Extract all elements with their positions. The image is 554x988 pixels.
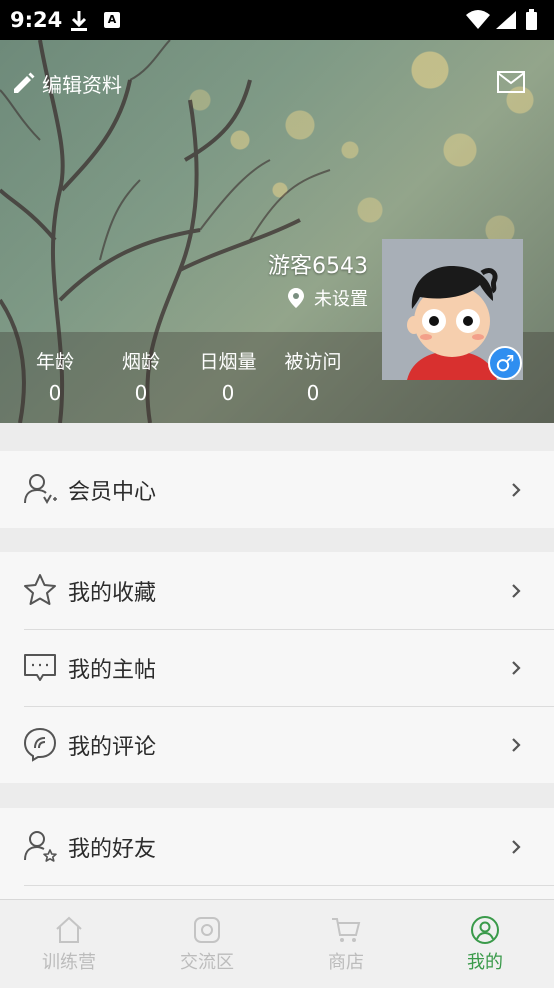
location-pin-icon — [288, 288, 304, 308]
tab-label: 商店 — [328, 952, 364, 973]
male-gender-icon: ♂ — [488, 346, 522, 380]
tab-label: 我的 — [467, 952, 503, 973]
member-icon — [24, 474, 57, 504]
home-icon — [56, 916, 82, 943]
stat-label: 年龄 — [35, 351, 74, 373]
mail-icon[interactable] — [496, 70, 526, 94]
profile-header: 编辑资料 游客6543 未设置 ♂ 年龄 0 烟龄 0 日烟量 0 被访问 0 — [0, 40, 554, 423]
member-center-label: 会员中心 — [68, 479, 157, 505]
download-icon — [71, 11, 87, 31]
stat-age: 年龄 0 — [10, 347, 100, 405]
stat-label: 日烟量 — [199, 351, 257, 373]
chevron-right-icon — [512, 483, 521, 497]
stat-smoking-years: 烟龄 0 — [96, 347, 186, 405]
username: 游客6543 — [268, 254, 368, 279]
stat-value: 0 — [306, 381, 320, 405]
menu-group-content: 我的收藏 我的主帖 我的评论 — [0, 552, 554, 783]
stat-value: 0 — [134, 381, 148, 405]
edit-profile-button[interactable]: 编辑资料 — [10, 68, 122, 98]
cart-icon — [332, 918, 361, 942]
member-center-item[interactable]: 会员中心 — [0, 451, 554, 528]
tab-training-camp[interactable]: 训练营 — [0, 914, 138, 974]
chevron-right-icon — [512, 584, 521, 598]
my-friends-item[interactable]: 我的好友 — [0, 808, 554, 885]
system-status-icons — [466, 9, 537, 30]
status-bar: 9:24 A — [0, 0, 554, 40]
tab-label: 交流区 — [180, 952, 234, 973]
notification-a-icon: A — [104, 12, 120, 28]
profile-icon — [471, 916, 499, 944]
menu-group-social: 我的好友 — [0, 808, 554, 899]
camera-icon — [194, 917, 220, 943]
pencil-icon — [14, 72, 35, 93]
favorites-item[interactable]: 我的收藏 — [0, 552, 554, 629]
edit-profile-label: 编辑资料 — [42, 72, 122, 97]
my-friends-label: 我的好友 — [68, 836, 157, 862]
my-comments-item[interactable]: 我的评论 — [0, 706, 554, 783]
stat-daily-amount: 日烟量 0 — [183, 347, 273, 405]
bottom-tab-bar: 训练营 交流区 商店 我的 — [0, 899, 554, 988]
stat-value: 0 — [48, 381, 62, 405]
chevron-right-icon — [512, 840, 521, 854]
friends-icon — [24, 831, 57, 862]
status-time: 9:24 — [10, 8, 63, 32]
tab-store[interactable]: 商店 — [277, 914, 415, 974]
message-icon — [24, 654, 56, 681]
stat-label: 被访问 — [284, 351, 342, 373]
favorites-label: 我的收藏 — [68, 580, 157, 606]
my-posts-item[interactable]: 我的主帖 — [0, 629, 554, 706]
my-comments-label: 我的评论 — [68, 734, 157, 760]
stat-label: 烟龄 — [121, 351, 160, 373]
tab-mine[interactable]: 我的 — [416, 914, 554, 974]
menu-group-member: 会员中心 — [0, 451, 554, 528]
tab-community[interactable]: 交流区 — [138, 914, 276, 974]
tab-label: 训练营 — [42, 952, 96, 973]
chevron-right-icon — [512, 738, 521, 752]
comment-icon — [23, 727, 57, 762]
my-posts-label: 我的主帖 — [68, 657, 157, 683]
divider — [24, 885, 554, 886]
chevron-right-icon — [512, 661, 521, 675]
stat-visits: 被访问 0 — [268, 347, 358, 405]
location: 未设置 — [286, 285, 368, 311]
stat-value: 0 — [221, 381, 235, 405]
stats-row: 年龄 0 烟龄 0 日烟量 0 被访问 0 — [0, 347, 370, 417]
location-text: 未设置 — [314, 289, 368, 310]
star-icon — [24, 574, 56, 605]
